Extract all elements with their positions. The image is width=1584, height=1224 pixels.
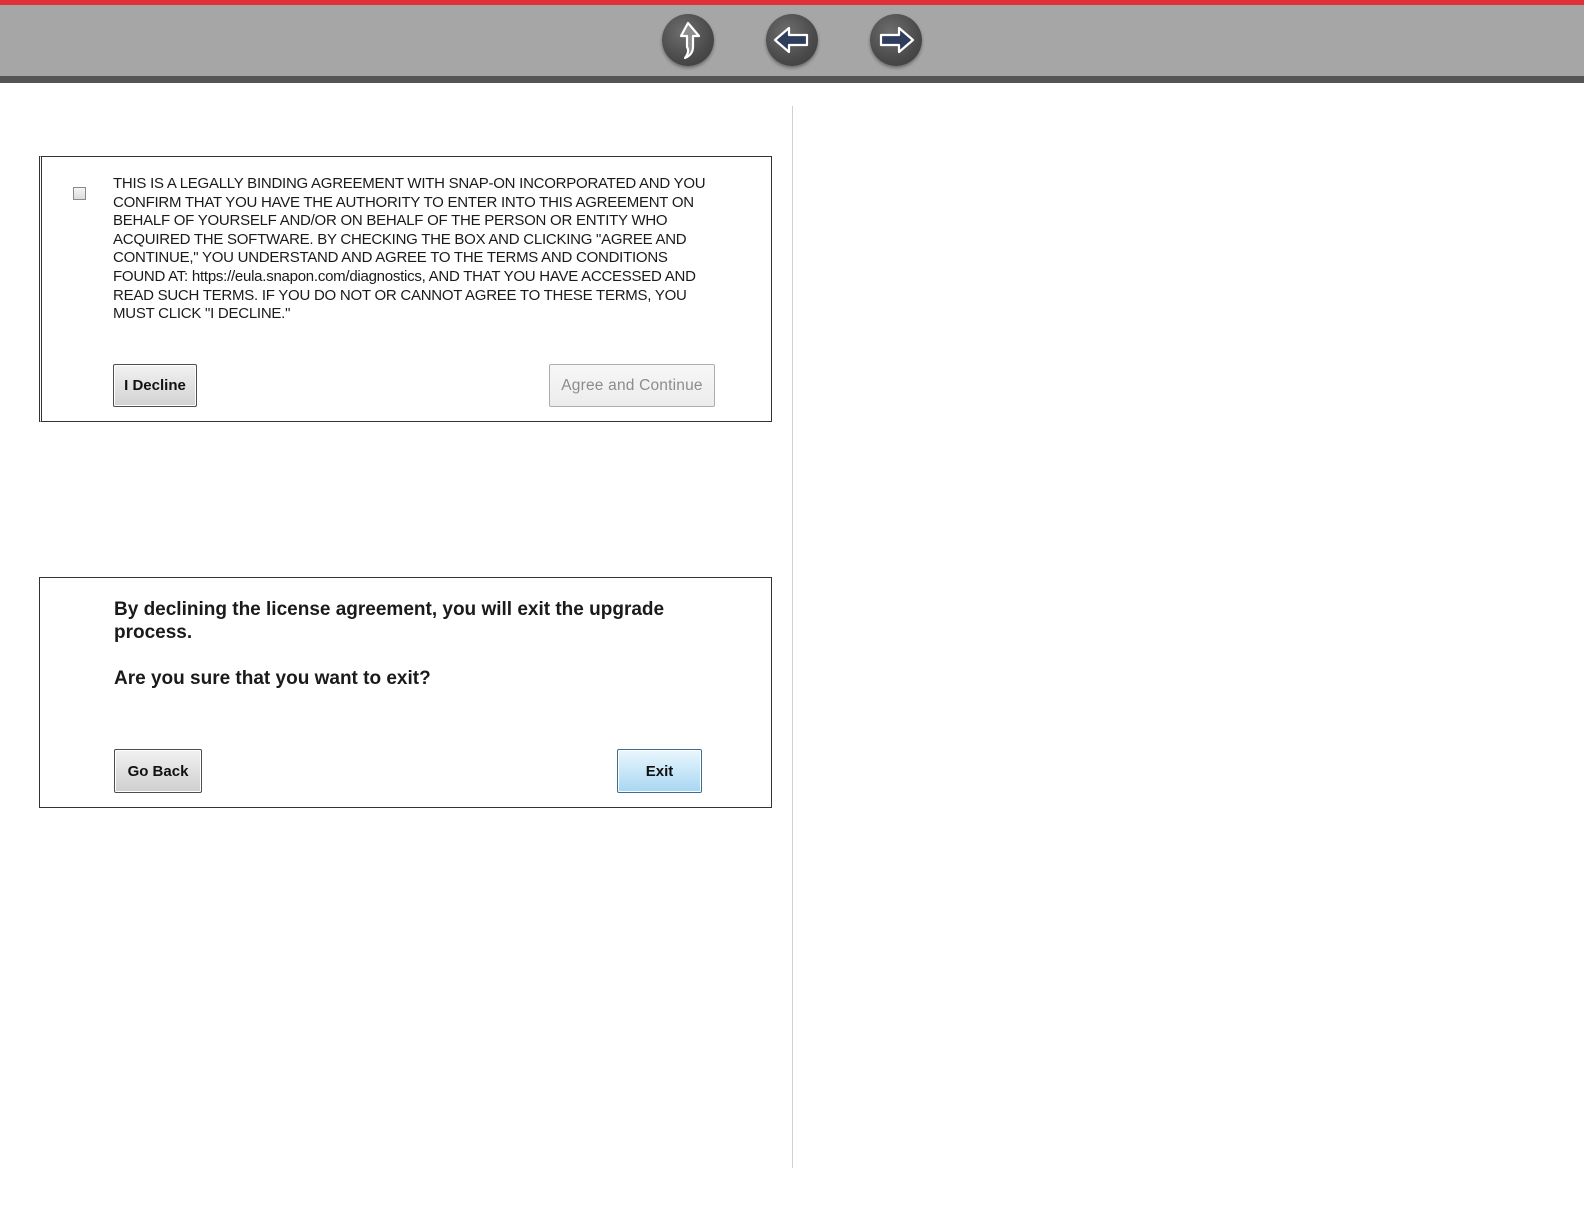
nav-forward-button[interactable] (870, 14, 922, 66)
exit-question: Are you sure that you want to exit? (114, 668, 431, 689)
exit-confirm-dialog: By declining the license agreement, you … (39, 577, 772, 808)
arrow-right-icon (879, 26, 915, 54)
exit-button[interactable]: Exit (617, 749, 702, 793)
navigation-bar (0, 0, 1584, 83)
eula-dialog: THIS IS A LEGALLY BINDING AGREEMENT WITH… (39, 156, 772, 422)
page: THIS IS A LEGALLY BINDING AGREEMENT WITH… (0, 0, 1584, 1224)
decline-button[interactable]: I Decline (113, 364, 197, 407)
exit-message: By declining the license agreement, you … (114, 599, 665, 643)
nav-up-button[interactable] (662, 14, 714, 66)
accent-line (0, 0, 1584, 5)
column-divider (792, 106, 793, 1168)
agree-and-continue-button[interactable]: Agree and Continue (549, 364, 715, 407)
bar-bottom-line (0, 76, 1584, 83)
eula-text: THIS IS A LEGALLY BINDING AGREEMENT WITH… (113, 175, 706, 323)
go-back-button[interactable]: Go Back (114, 749, 202, 793)
arrow-up-icon (679, 21, 701, 60)
eula-agree-checkbox[interactable] (73, 187, 86, 200)
nav-back-button[interactable] (766, 14, 818, 66)
arrow-left-icon (773, 26, 809, 54)
